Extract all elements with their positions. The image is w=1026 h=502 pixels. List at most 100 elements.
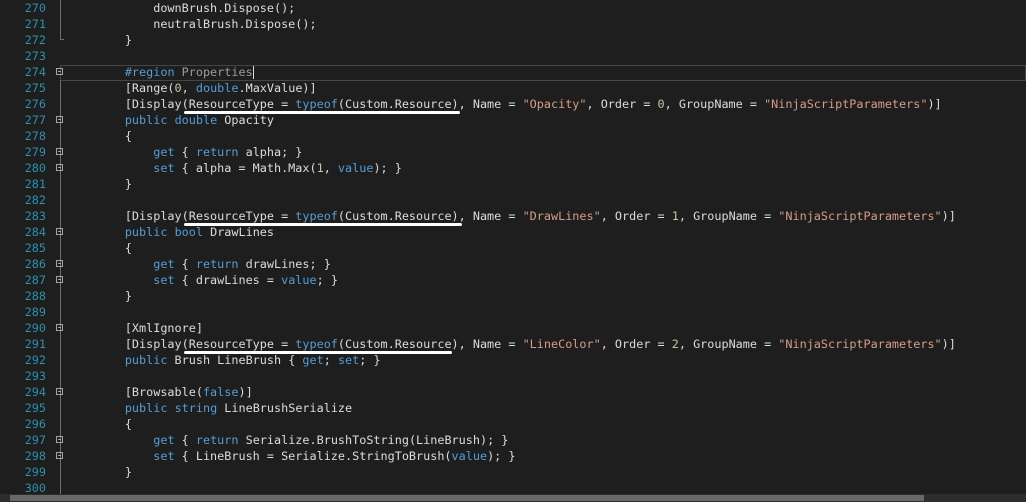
code-text[interactable]: public double Opacity [68, 112, 274, 128]
code-text[interactable]: set { drawLines = value; } [68, 272, 338, 288]
outline-guide [60, 368, 61, 384]
code-text[interactable]: neutralBrush.Dispose(); [68, 16, 317, 32]
collapse-toggle-icon[interactable] [56, 68, 63, 75]
code-text[interactable]: set { alpha = Math.Max(1, value); } [68, 160, 402, 176]
line-number: 293 [24, 369, 46, 383]
code-line[interactable]: 280 set { alpha = Math.Max(1, value); } [0, 160, 1026, 176]
code-token: downBrush.Dispose(); [68, 1, 296, 15]
code-token: get [153, 433, 175, 447]
code-line[interactable]: 277 public double Opacity [0, 112, 1026, 128]
code-text[interactable]: #region Properties [68, 64, 254, 80]
code-text[interactable]: { [68, 240, 132, 256]
code-token: #region [124, 65, 175, 79]
code-text[interactable]: downBrush.Dispose(); [68, 0, 295, 16]
collapse-toggle-icon[interactable] [56, 164, 63, 171]
code-line[interactable]: 290 [XmlIgnore] [0, 320, 1026, 336]
collapse-toggle-icon[interactable] [56, 452, 63, 459]
collapse-toggle-icon[interactable] [56, 436, 63, 443]
collapse-toggle-icon[interactable] [56, 228, 63, 235]
code-text[interactable]: { [68, 416, 132, 432]
collapse-toggle-icon[interactable] [56, 148, 63, 155]
code-line[interactable]: 288 } [0, 288, 1026, 304]
code-line[interactable]: 272 } [0, 32, 1026, 48]
code-line[interactable]: 292 public Brush LineBrush { get; set; } [0, 352, 1026, 368]
code-token: public [124, 225, 168, 239]
code-line[interactable]: 286 get { return drawLines; } [0, 256, 1026, 272]
code-text[interactable]: public string LineBrushSerialize [68, 400, 352, 416]
code-line[interactable]: 293 [0, 368, 1026, 384]
outline-guide [60, 416, 61, 432]
line-number: 290 [24, 321, 46, 335]
text-caret [252, 66, 254, 79]
code-line[interactable]: 275 [Range(0, double.MaxValue)] [0, 80, 1026, 96]
code-token: { LineBrush = Serialize.StringToBrush( [174, 449, 452, 463]
code-line[interactable]: 283 [Display(ResourceType = typeof(Custo… [0, 208, 1026, 224]
horizontal-scrollbar[interactable] [0, 494, 1026, 502]
code-text[interactable]: get { return drawLines; } [68, 256, 331, 272]
code-token: { [68, 129, 132, 143]
code-line[interactable]: 282 [0, 192, 1026, 208]
line-number: 287 [24, 273, 46, 287]
line-number: 270 [24, 1, 46, 15]
code-line[interactable]: 279 get { return alpha; } [0, 144, 1026, 160]
code-line[interactable]: 297 get { return Serialize.BrushToString… [0, 432, 1026, 448]
code-token: value [281, 273, 317, 287]
code-line[interactable]: 270 downBrush.Dispose(); [0, 0, 1026, 16]
code-token: { [174, 145, 196, 159]
code-text[interactable]: get { return Serialize.BrushToString(Lin… [68, 432, 508, 448]
code-token: Brush LineBrush { [167, 353, 303, 367]
code-text[interactable]: [Display(ResourceType = typeof(Custom.Re… [68, 96, 942, 112]
code-text[interactable]: [XmlIgnore] [68, 320, 203, 336]
code-text[interactable]: [Display(ResourceType = typeof(Custom.Re… [68, 336, 956, 352]
line-number: 281 [24, 177, 46, 191]
scrollbar-thumb[interactable] [10, 495, 924, 501]
collapse-toggle-icon[interactable] [56, 276, 63, 283]
code-token: neutralBrush.Dispose(); [68, 17, 317, 31]
code-line[interactable]: 285 { [0, 240, 1026, 256]
collapse-toggle-icon[interactable] [56, 260, 63, 267]
code-line[interactable]: 274 #region Properties [0, 64, 1026, 80]
line-number: 298 [24, 449, 46, 463]
code-line[interactable]: 296 { [0, 416, 1026, 432]
code-line[interactable]: 298 set { LineBrush = Serialize.StringTo… [0, 448, 1026, 464]
collapse-toggle-icon[interactable] [56, 116, 63, 123]
code-text[interactable]: } [68, 464, 132, 480]
code-text[interactable]: get { return alpha; } [68, 144, 302, 160]
code-line[interactable]: 278 { [0, 128, 1026, 144]
code-lines[interactable]: 270 downBrush.Dispose(); 271 neutralBrush… [0, 0, 1026, 496]
code-line[interactable]: 287 set { drawLines = value; } [0, 272, 1026, 288]
line-number: 277 [24, 113, 46, 127]
code-line[interactable]: 271 neutralBrush.Dispose(); [0, 16, 1026, 32]
code-text[interactable]: [Browsable(false)] [68, 384, 253, 400]
code-token: get [153, 145, 175, 159]
code-editor[interactable]: 270 downBrush.Dispose(); 271 neutralBrush… [0, 0, 1026, 502]
code-line[interactable]: 291 [Display(ResourceType = typeof(Custo… [0, 336, 1026, 352]
collapse-toggle-icon[interactable] [56, 324, 63, 331]
code-line[interactable]: 276 [Display(ResourceType = typeof(Custo… [0, 96, 1026, 112]
code-line[interactable]: 284 public bool DrawLines [0, 224, 1026, 240]
code-line[interactable]: 289 [0, 304, 1026, 320]
code-text[interactable]: { [68, 128, 132, 144]
code-line[interactable]: 295 public string LineBrushSerialize [0, 400, 1026, 416]
code-text[interactable]: } [68, 176, 132, 192]
code-line[interactable]: 299 } [0, 464, 1026, 480]
code-text[interactable]: set { LineBrush = Serialize.StringToBrus… [68, 448, 515, 464]
line-number: 275 [24, 81, 46, 95]
code-text[interactable]: [Range(0, double.MaxValue)] [68, 80, 317, 96]
code-token: [Range( [68, 81, 175, 95]
collapse-toggle-icon[interactable] [56, 388, 63, 395]
code-token: double [174, 113, 218, 127]
code-text[interactable]: } [68, 288, 132, 304]
code-line[interactable]: 273 [0, 48, 1026, 64]
line-number: 294 [24, 385, 46, 399]
code-text[interactable]: } [68, 32, 132, 48]
code-line[interactable]: 281 } [0, 176, 1026, 192]
code-token: set [153, 273, 175, 287]
code-token: ); } [487, 449, 516, 463]
line-number: 299 [24, 465, 46, 479]
code-line[interactable]: 294 [Browsable(false)] [0, 384, 1026, 400]
code-text[interactable]: [Display(ResourceType = typeof(Custom.Re… [68, 208, 956, 224]
code-text[interactable]: public Brush LineBrush { get; set; } [68, 352, 381, 368]
code-text[interactable]: public bool DrawLines [68, 224, 274, 240]
